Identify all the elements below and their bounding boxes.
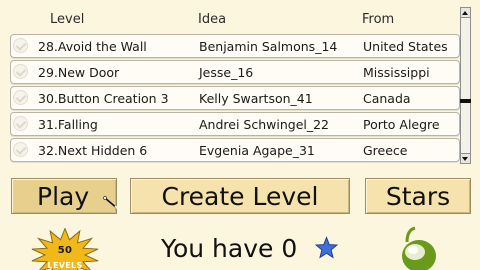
level-idea: Kelly Swartson_41 xyxy=(199,91,313,106)
scroll-thumb[interactable] xyxy=(460,99,471,103)
column-header-from: From xyxy=(362,12,395,27)
table-header: Level Idea From xyxy=(10,7,460,32)
stars-button-label: Stars xyxy=(385,181,451,211)
stars-button[interactable]: Stars xyxy=(365,178,471,214)
create-level-button[interactable]: Create Level xyxy=(130,178,350,214)
table-row[interactable]: 28.Avoid the Wall Benjamin Salmons_14 Un… xyxy=(10,34,460,58)
table-row[interactable]: 29.New Door Jesse_16 Mississippi xyxy=(10,60,460,84)
scroll-up-arrow-icon[interactable] xyxy=(461,8,470,18)
scroll-track[interactable] xyxy=(460,18,471,153)
level-name: 32.Next Hidden 6 xyxy=(38,143,148,158)
table-row[interactable]: 32.Next Hidden 6 Evgenia Agape_31 Greece xyxy=(10,138,460,162)
level-from: Greece xyxy=(363,143,408,158)
scroll-down-arrow-icon[interactable] xyxy=(461,153,470,163)
level-name: 28.Avoid the Wall xyxy=(38,39,147,54)
check-icon xyxy=(13,142,28,157)
table-row[interactable]: 31.Falling Andrei Schwingel_22 Porto Ale… xyxy=(10,112,460,136)
column-header-level: Level xyxy=(50,12,85,27)
check-icon xyxy=(13,64,28,79)
levels-badge[interactable]: 50 LEVELS xyxy=(15,228,115,270)
level-name: 30.Button Creation 3 xyxy=(38,91,169,106)
level-name: 31.Falling xyxy=(38,117,98,132)
badge-label: LEVELS xyxy=(47,261,83,270)
level-from: United States xyxy=(363,39,448,54)
green-drop-icon[interactable] xyxy=(395,226,445,270)
check-icon xyxy=(13,90,28,105)
check-icon xyxy=(13,38,28,53)
stars-count-text: You have 0 xyxy=(161,234,298,263)
badge-count: 50 xyxy=(57,245,73,256)
level-idea: Benjamin Salmons_14 xyxy=(199,39,338,54)
level-idea: Jesse_16 xyxy=(199,65,254,80)
play-button[interactable]: Play xyxy=(11,178,120,214)
level-select-screen: Level Idea From 28.Avoid the Wall Benjam… xyxy=(0,0,480,270)
level-idea: Andrei Schwingel_22 xyxy=(199,117,330,132)
column-header-idea: Idea xyxy=(198,12,227,27)
level-name: 29.New Door xyxy=(38,65,120,80)
magic-wand-icon xyxy=(103,196,120,211)
level-idea: Evgenia Agape_31 xyxy=(199,143,315,158)
level-table: Level Idea From 28.Avoid the Wall Benjam… xyxy=(10,7,460,164)
level-from: Porto Alegre xyxy=(363,117,440,132)
table-scrollbar[interactable] xyxy=(460,7,471,164)
table-row[interactable]: 30.Button Creation 3 Kelly Swartson_41 C… xyxy=(10,86,460,110)
blue-star-icon xyxy=(314,236,339,259)
check-icon xyxy=(13,116,28,131)
level-from: Mississippi xyxy=(363,65,430,80)
play-button-label: Play xyxy=(37,181,90,211)
create-level-button-label: Create Level xyxy=(161,181,319,211)
level-from: Canada xyxy=(363,91,411,106)
